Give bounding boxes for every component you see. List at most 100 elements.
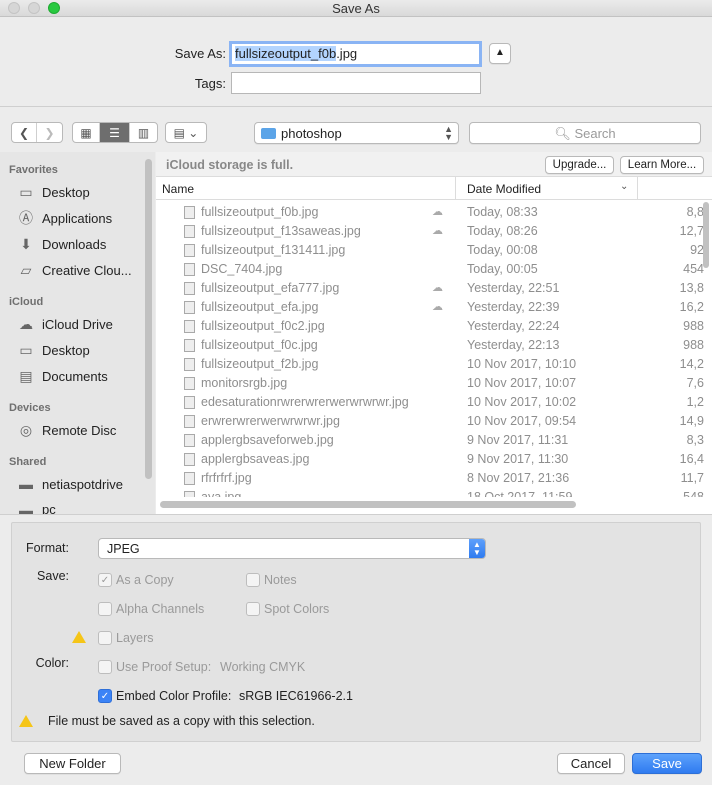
file-list-horizontal-scrollbar[interactable]	[160, 501, 576, 508]
image-file-icon	[184, 472, 195, 485]
sidebar-item-label: Downloads	[42, 236, 107, 252]
sidebar-item-remote-disc[interactable]: ◎ Remote Disc	[16, 422, 136, 438]
date-modified-column-header[interactable]: Date Modified	[467, 182, 541, 196]
image-file-icon	[184, 206, 195, 219]
embed-color-profile-checkbox[interactable]: ✓	[98, 689, 112, 703]
notes-label: Notes	[264, 573, 297, 587]
sidebar-item-netiaspotdrive[interactable]: ▬ netiaspotdrive	[16, 476, 136, 492]
file-date: 10 Nov 2017, 10:07	[467, 376, 577, 390]
close-window-button[interactable]	[8, 2, 20, 14]
file-date: Yesterday, 22:24	[467, 319, 560, 333]
location-popup[interactable]: photoshop ▲ ▼	[254, 122, 459, 144]
sidebar-section-favorites: Favorites	[9, 164, 58, 176]
file-row[interactable]: fullsizeoutput_f0c.jpg Yesterday, 22:13 98…	[156, 336, 704, 355]
cancel-button[interactable]: Cancel	[557, 753, 625, 774]
checkmark-icon: ✓	[100, 690, 110, 702]
upgrade-button[interactable]: Upgrade...	[545, 156, 614, 174]
file-size: 16,4	[679, 452, 704, 466]
file-row[interactable]: fullsizeoutput_efa777.jpg ☁︎ Yesterday, 22…	[156, 279, 704, 298]
file-row[interactable]: fullsizeoutput_f2b.jpg 10 Nov 2017, 10:10…	[156, 355, 704, 374]
new-folder-button[interactable]: New Folder	[24, 753, 121, 774]
search-field[interactable]: 🔍︎ Search	[469, 122, 701, 144]
file-row[interactable]: DSC_7404.jpg Today, 00:05 454	[156, 260, 704, 279]
file-row[interactable]: edesaturationrwrerwrerwerwrwrwr.jpg 10 No…	[156, 393, 704, 412]
file-name: DSC_7404.jpg	[201, 262, 283, 276]
file-size: 13,8	[679, 281, 704, 295]
sidebar-section-icloud: iCloud	[9, 296, 44, 308]
file-size: 14,2	[679, 357, 704, 371]
view-mode-control: ▦ ☰ ▥	[72, 122, 158, 143]
layers-checkbox[interactable]	[98, 631, 112, 645]
image-file-icon	[184, 491, 195, 497]
file-list-vertical-scrollbar[interactable]	[703, 202, 709, 268]
window-title: Save As	[332, 1, 380, 16]
sidebar-item-documents[interactable]: ▤ Documents	[16, 368, 136, 384]
file-size: 988	[683, 338, 704, 352]
tags-input[interactable]	[231, 72, 481, 94]
filename-selected-text: fullsizeoutput_f0b	[235, 46, 337, 61]
learn-more-button[interactable]: Learn More...	[620, 156, 704, 174]
alpha-channels-checkbox[interactable]	[98, 602, 112, 616]
file-row[interactable]: aya.jpg 18 Oct 2017, 11:59 548	[156, 488, 704, 497]
sidebar-section-shared: Shared	[9, 456, 47, 468]
as-a-copy-checkbox[interactable]: ✓	[98, 573, 112, 587]
file-row[interactable]: applergbsaveforweb.jpg 9 Nov 2017, 11:31 8…	[156, 431, 704, 450]
list-view-button[interactable]: ☰	[100, 123, 130, 142]
sidebar-item-icloud-drive[interactable]: ☁ iCloud Drive	[16, 316, 136, 332]
filename-input[interactable]: fullsizeoutput_f0b.jpg	[229, 41, 482, 67]
file-date: 9 Nov 2017, 11:31	[467, 433, 569, 447]
file-row[interactable]: fullsizeoutput_f13saweas.jpg ☁︎ Today, 08:…	[156, 222, 704, 241]
file-name: fullsizeoutput_f0c2.jpg	[201, 319, 325, 333]
forward-button[interactable]: ❯	[37, 123, 62, 142]
search-icon: 🔍︎	[554, 126, 571, 141]
file-row[interactable]: fullsizeoutput_f131411.jpg Today, 00:08 92	[156, 241, 704, 260]
tags-label: Tags:	[194, 76, 226, 91]
file-date: 10 Nov 2017, 10:02	[467, 395, 577, 409]
file-date: 8 Nov 2017, 21:36	[467, 471, 570, 485]
file-date: Today, 00:08	[467, 243, 538, 257]
cloud-icon: ☁︎	[432, 206, 443, 218]
sidebar-scrollbar[interactable]	[145, 159, 152, 479]
spot-colors-label: Spot Colors	[264, 602, 330, 616]
file-date: Today, 00:05	[467, 262, 538, 276]
spot-colors-checkbox[interactable]	[246, 602, 260, 616]
sidebar-item-creative-cloud[interactable]: ▱ Creative Clou...	[16, 262, 136, 278]
back-button[interactable]: ❮	[12, 123, 37, 142]
file-row[interactable]: rfrfrfrf.jpg 8 Nov 2017, 21:36 11,7	[156, 469, 704, 488]
collapse-dialog-button[interactable]: ▲	[489, 43, 511, 64]
sidebar-item-applications[interactable]: Ⓐ Applications	[16, 210, 136, 226]
file-row[interactable]: monitorsrgb.jpg 10 Nov 2017, 10:07 7,6	[156, 374, 704, 393]
image-file-icon	[184, 282, 195, 295]
as-a-copy-label: As a Copy	[116, 573, 174, 587]
group-by-button[interactable]: ▤ ⌄	[166, 123, 206, 142]
file-row[interactable]: fullsizeoutput_f0c2.jpg Yesterday, 22:24 9…	[156, 317, 704, 336]
notes-checkbox[interactable]	[246, 573, 260, 587]
image-file-icon	[184, 320, 195, 333]
save-as-label: Save As:	[174, 46, 226, 61]
column-view-button[interactable]: ▥	[130, 123, 157, 142]
icon-view-button[interactable]: ▦	[73, 123, 100, 142]
sidebar-item-icloud-desktop[interactable]: ▭ Desktop	[16, 342, 136, 358]
sidebar-item-downloads[interactable]: ⬇ Downloads	[16, 236, 136, 252]
image-file-icon	[184, 453, 195, 466]
file-size: 454	[683, 262, 704, 276]
sidebar-item-desktop[interactable]: ▭ Desktop	[16, 184, 136, 200]
file-row[interactable]: erwrerwrerwerwrwrwr.jpg 10 Nov 2017, 09:5…	[156, 412, 704, 431]
file-row[interactable]: fullsizeoutput_f0b.jpg ☁︎ Today, 08:33 8,8	[156, 203, 704, 222]
zoom-window-button[interactable]	[48, 2, 60, 14]
file-date: Yesterday, 22:39	[467, 300, 560, 314]
image-file-icon	[184, 396, 195, 409]
use-proof-setup-checkbox[interactable]	[98, 660, 112, 674]
sidebar-item-pc[interactable]: ▬ pc	[16, 502, 136, 514]
format-popup[interactable]: JPEG ▲ ▼	[98, 538, 486, 559]
minimize-window-button[interactable]	[28, 2, 40, 14]
file-row[interactable]: fullsizeoutput_efa.jpg ☁︎ Yesterday, 22:39…	[156, 298, 704, 317]
file-row[interactable]: applergbsaveas.jpg 9 Nov 2017, 11:30 16,4	[156, 450, 704, 469]
filename-extension: .jpg	[336, 46, 358, 61]
file-size: 16,2	[679, 300, 704, 314]
computer-icon: ▬	[19, 502, 33, 514]
name-column-header[interactable]: Name	[162, 182, 194, 196]
save-button[interactable]: Save	[632, 753, 702, 774]
updown-arrow-icon: ▲ ▼	[469, 539, 485, 558]
sidebar-item-label: Creative Clou...	[42, 262, 132, 278]
